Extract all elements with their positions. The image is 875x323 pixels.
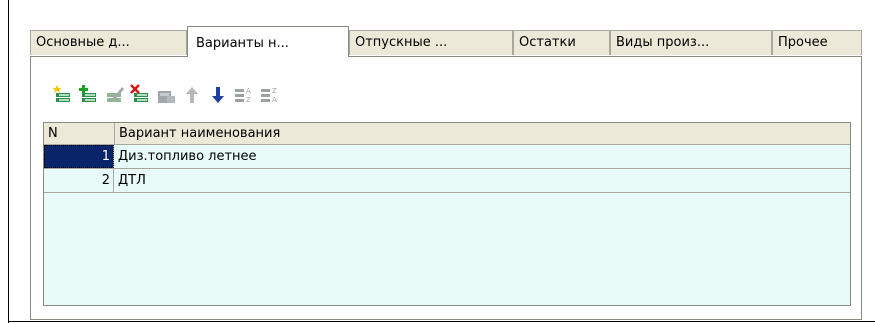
tab-other[interactable]: Прочее [772,30,862,55]
sort-ascending-icon: A Z [235,87,251,104]
delete-row-icon [130,84,148,102]
table-row[interactable]: 2 ДТЛ [44,169,850,193]
tab-production-types[interactable]: Виды произ... [610,30,772,55]
name-variants-table[interactable]: N Вариант наименования 1 Диз.топливо лет… [43,122,851,306]
move-up-button[interactable] [182,84,202,106]
svg-text:A: A [246,87,251,95]
svg-text:Z: Z [246,96,251,104]
copy-row-button[interactable] [78,84,98,106]
end-edit-icon [158,91,175,103]
window-bottom-border [8,321,875,322]
table-header: N Вариант наименования [44,123,850,145]
tab-prices[interactable]: Отпускные ... [349,30,513,55]
sort-descending-icon: Z A [261,87,277,104]
row-number-cell[interactable]: 1 [44,145,114,168]
column-header-n[interactable]: N [44,123,114,144]
svg-text:A: A [272,96,277,104]
tab-balances[interactable]: Остатки [513,30,610,55]
window-left-border [8,0,9,323]
column-header-variant-name[interactable]: Вариант наименования [115,123,850,144]
row-number-cell[interactable]: 2 [44,169,114,192]
sort-ascending-button[interactable]: A Z [234,84,254,106]
svg-text:Z: Z [272,87,277,95]
move-up-icon [186,87,198,103]
add-row-icon [52,85,70,102]
edit-row-button[interactable] [104,84,124,106]
copy-row-icon [79,85,96,102]
delete-row-button[interactable] [130,84,150,106]
end-edit-button[interactable] [156,84,176,106]
table-row[interactable]: 1 Диз.топливо летнее [44,145,850,169]
add-row-button[interactable] [52,84,72,106]
variant-name-cell[interactable]: Диз.топливо летнее [115,145,257,168]
move-down-icon [212,87,224,103]
move-down-button[interactable] [208,84,228,106]
edit-row-icon [107,87,124,102]
sort-descending-button[interactable]: Z A [260,84,280,106]
tab-basic[interactable]: Основные д... [30,30,187,55]
variant-name-cell[interactable]: ДТЛ [115,169,146,192]
tab-name-variants[interactable]: Варианты н... [187,26,349,57]
tab-bar: Основные д... Варианты н... Отпускные ..… [30,26,862,57]
